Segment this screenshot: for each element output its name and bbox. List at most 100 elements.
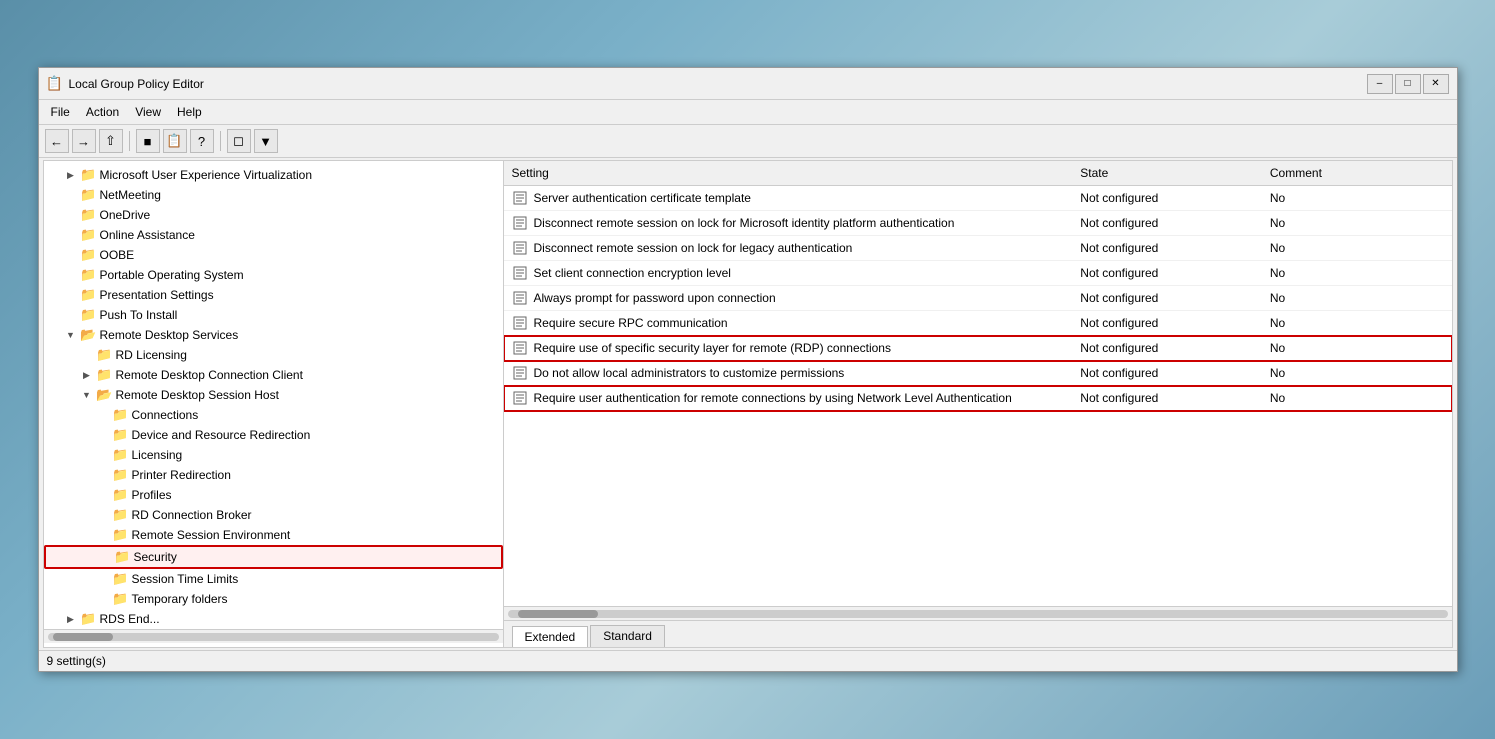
folder-icon: 📁 xyxy=(81,287,97,303)
minimize-button[interactable]: – xyxy=(1367,74,1393,94)
expand-spacer xyxy=(64,248,78,262)
tree-item-portable-os[interactable]: 📁 Portable Operating System xyxy=(44,265,503,285)
comment-cell: No xyxy=(1262,186,1452,211)
tree-item-licensing[interactable]: 📁 Licensing xyxy=(44,445,503,465)
tree-item-rdsh[interactable]: ▼ 📂 Remote Desktop Session Host xyxy=(44,385,503,405)
folder-icon: 📁 xyxy=(113,527,129,543)
scroll-track[interactable] xyxy=(508,610,1448,618)
tree-label: RDS End... xyxy=(100,612,160,626)
table-row[interactable]: Always prompt for password upon connecti… xyxy=(504,286,1452,311)
expand-spacer xyxy=(64,188,78,202)
content-table[interactable]: Setting State Comment Server authenticat… xyxy=(504,161,1452,606)
tree-label: Connections xyxy=(132,408,199,422)
expand-spacer xyxy=(64,288,78,302)
setting-label: Require secure RPC communication xyxy=(534,316,728,330)
app-icon: 📋 xyxy=(47,76,63,92)
scroll-thumb[interactable] xyxy=(518,610,598,618)
export-button[interactable]: 📋 xyxy=(163,129,187,153)
status-bar: 9 setting(s) xyxy=(39,650,1457,671)
tree-item-oobe[interactable]: 📁 OOBE xyxy=(44,245,503,265)
setting-cell: Require secure RPC communication xyxy=(504,311,1073,336)
folder-icon: 📁 xyxy=(113,487,129,503)
title-bar: 📋 Local Group Policy Editor – □ ✕ xyxy=(39,68,1457,100)
tree-item-remote-desktop[interactable]: ▼ 📂 Remote Desktop Services xyxy=(44,325,503,345)
tree-label: OneDrive xyxy=(100,208,151,222)
forward-button[interactable]: → xyxy=(72,129,96,153)
tree-item-rdcc[interactable]: ▶ 📁 Remote Desktop Connection Client xyxy=(44,365,503,385)
tree-item-profiles[interactable]: 📁 Profiles xyxy=(44,485,503,505)
tree-item-push-to-install[interactable]: 📁 Push To Install xyxy=(44,305,503,325)
expand-icon: ▼ xyxy=(64,328,78,342)
expand-spacer xyxy=(64,208,78,222)
tab-extended[interactable]: Extended xyxy=(512,626,589,647)
tree-item-temp-folders[interactable]: 📁 Temporary folders xyxy=(44,589,503,609)
folder-icon: 📁 xyxy=(81,207,97,223)
folder-icon: 📁 xyxy=(97,347,113,363)
table-row[interactable]: Require user authentication for remote c… xyxy=(504,386,1452,411)
close-button[interactable]: ✕ xyxy=(1423,74,1449,94)
tree-label: Remote Desktop Session Host xyxy=(116,388,279,402)
filter-button[interactable]: ▼ xyxy=(254,129,278,153)
state-cell: Not configured xyxy=(1072,311,1262,336)
tab-standard[interactable]: Standard xyxy=(590,625,665,647)
col-setting[interactable]: Setting xyxy=(504,161,1073,186)
show-hide-button[interactable]: ■ xyxy=(136,129,160,153)
setting-cell: Disconnect remote session on lock for Mi… xyxy=(504,211,1073,236)
tree-item-rds-end[interactable]: ▶ 📁 RDS End... xyxy=(44,609,503,629)
state-cell: Not configured xyxy=(1072,386,1262,411)
properties-button[interactable]: ◻ xyxy=(227,129,251,153)
back-button[interactable]: ← xyxy=(45,129,69,153)
menu-help[interactable]: Help xyxy=(169,102,210,122)
tree-item-ms-user-exp[interactable]: ▶ 📁 Microsoft User Experience Virtualiza… xyxy=(44,165,503,185)
table-row[interactable]: Set client connection encryption levelNo… xyxy=(504,261,1452,286)
tree-scrollbar[interactable] xyxy=(44,629,503,643)
setting-icon xyxy=(512,340,528,356)
tree-item-printer-redirection[interactable]: 📁 Printer Redirection xyxy=(44,465,503,485)
horizontal-scrollbar[interactable] xyxy=(504,606,1452,620)
col-state[interactable]: State xyxy=(1072,161,1262,186)
tree-item-onedrive[interactable]: 📁 OneDrive xyxy=(44,205,503,225)
tree-item-device-redirection[interactable]: 📁 Device and Resource Redirection xyxy=(44,425,503,445)
setting-cell: Always prompt for password upon connecti… xyxy=(504,286,1073,311)
tree-label: Security xyxy=(134,550,177,564)
comment-cell: No xyxy=(1262,336,1452,361)
tree-label: RD Licensing xyxy=(116,348,187,362)
table-row[interactable]: Server authentication certificate templa… xyxy=(504,186,1452,211)
menu-view[interactable]: View xyxy=(127,102,169,122)
tree-item-session-time-limits[interactable]: 📁 Session Time Limits xyxy=(44,569,503,589)
folder-icon: 📁 xyxy=(81,227,97,243)
tree-item-netmeeting[interactable]: 📁 NetMeeting xyxy=(44,185,503,205)
tree-item-rd-connection-broker[interactable]: 📁 RD Connection Broker xyxy=(44,505,503,525)
tree-item-rd-licensing[interactable]: 📁 RD Licensing xyxy=(44,345,503,365)
tree-item-presentation[interactable]: 📁 Presentation Settings xyxy=(44,285,503,305)
help-button[interactable]: ? xyxy=(190,129,214,153)
table-row[interactable]: Require secure RPC communication Not conf… xyxy=(504,311,1452,336)
tree-label: Presentation Settings xyxy=(100,288,214,302)
menu-file[interactable]: File xyxy=(43,102,78,122)
comment-cell: No xyxy=(1262,236,1452,261)
tree-item-security[interactable]: 📁 Security xyxy=(44,545,503,569)
table-row[interactable]: Disconnect remote session on lock for le… xyxy=(504,236,1452,261)
folder-icon: 📂 xyxy=(97,387,113,403)
setting-cell: Disconnect remote session on lock for le… xyxy=(504,236,1073,261)
table-row[interactable]: Do not allow local administrators to cus… xyxy=(504,361,1452,386)
table-row[interactable]: Require use of specific security layer f… xyxy=(504,336,1452,361)
folder-icon: 📁 xyxy=(81,307,97,323)
up-button[interactable]: ⇧ xyxy=(99,129,123,153)
status-text: 9 setting(s) xyxy=(47,654,106,668)
setting-label: Disconnect remote session on lock for Mi… xyxy=(534,216,955,230)
setting-label: Set client connection encryption level xyxy=(534,266,731,280)
expand-icon: ▶ xyxy=(64,612,78,626)
restore-button[interactable]: □ xyxy=(1395,74,1421,94)
col-comment[interactable]: Comment xyxy=(1262,161,1452,186)
tree-label: Remote Desktop Services xyxy=(100,328,239,342)
setting-icon xyxy=(512,265,528,281)
tree-item-remote-session-env[interactable]: 📁 Remote Session Environment xyxy=(44,525,503,545)
tree-label: Licensing xyxy=(132,448,183,462)
folder-icon: 📁 xyxy=(113,427,129,443)
tree-item-connections[interactable]: 📁 Connections xyxy=(44,405,503,425)
tree-pane[interactable]: ▶ 📁 Microsoft User Experience Virtualiza… xyxy=(44,161,504,647)
tree-item-online-assistance[interactable]: 📁 Online Assistance xyxy=(44,225,503,245)
table-row[interactable]: Disconnect remote session on lock for Mi… xyxy=(504,211,1452,236)
menu-action[interactable]: Action xyxy=(78,102,127,122)
